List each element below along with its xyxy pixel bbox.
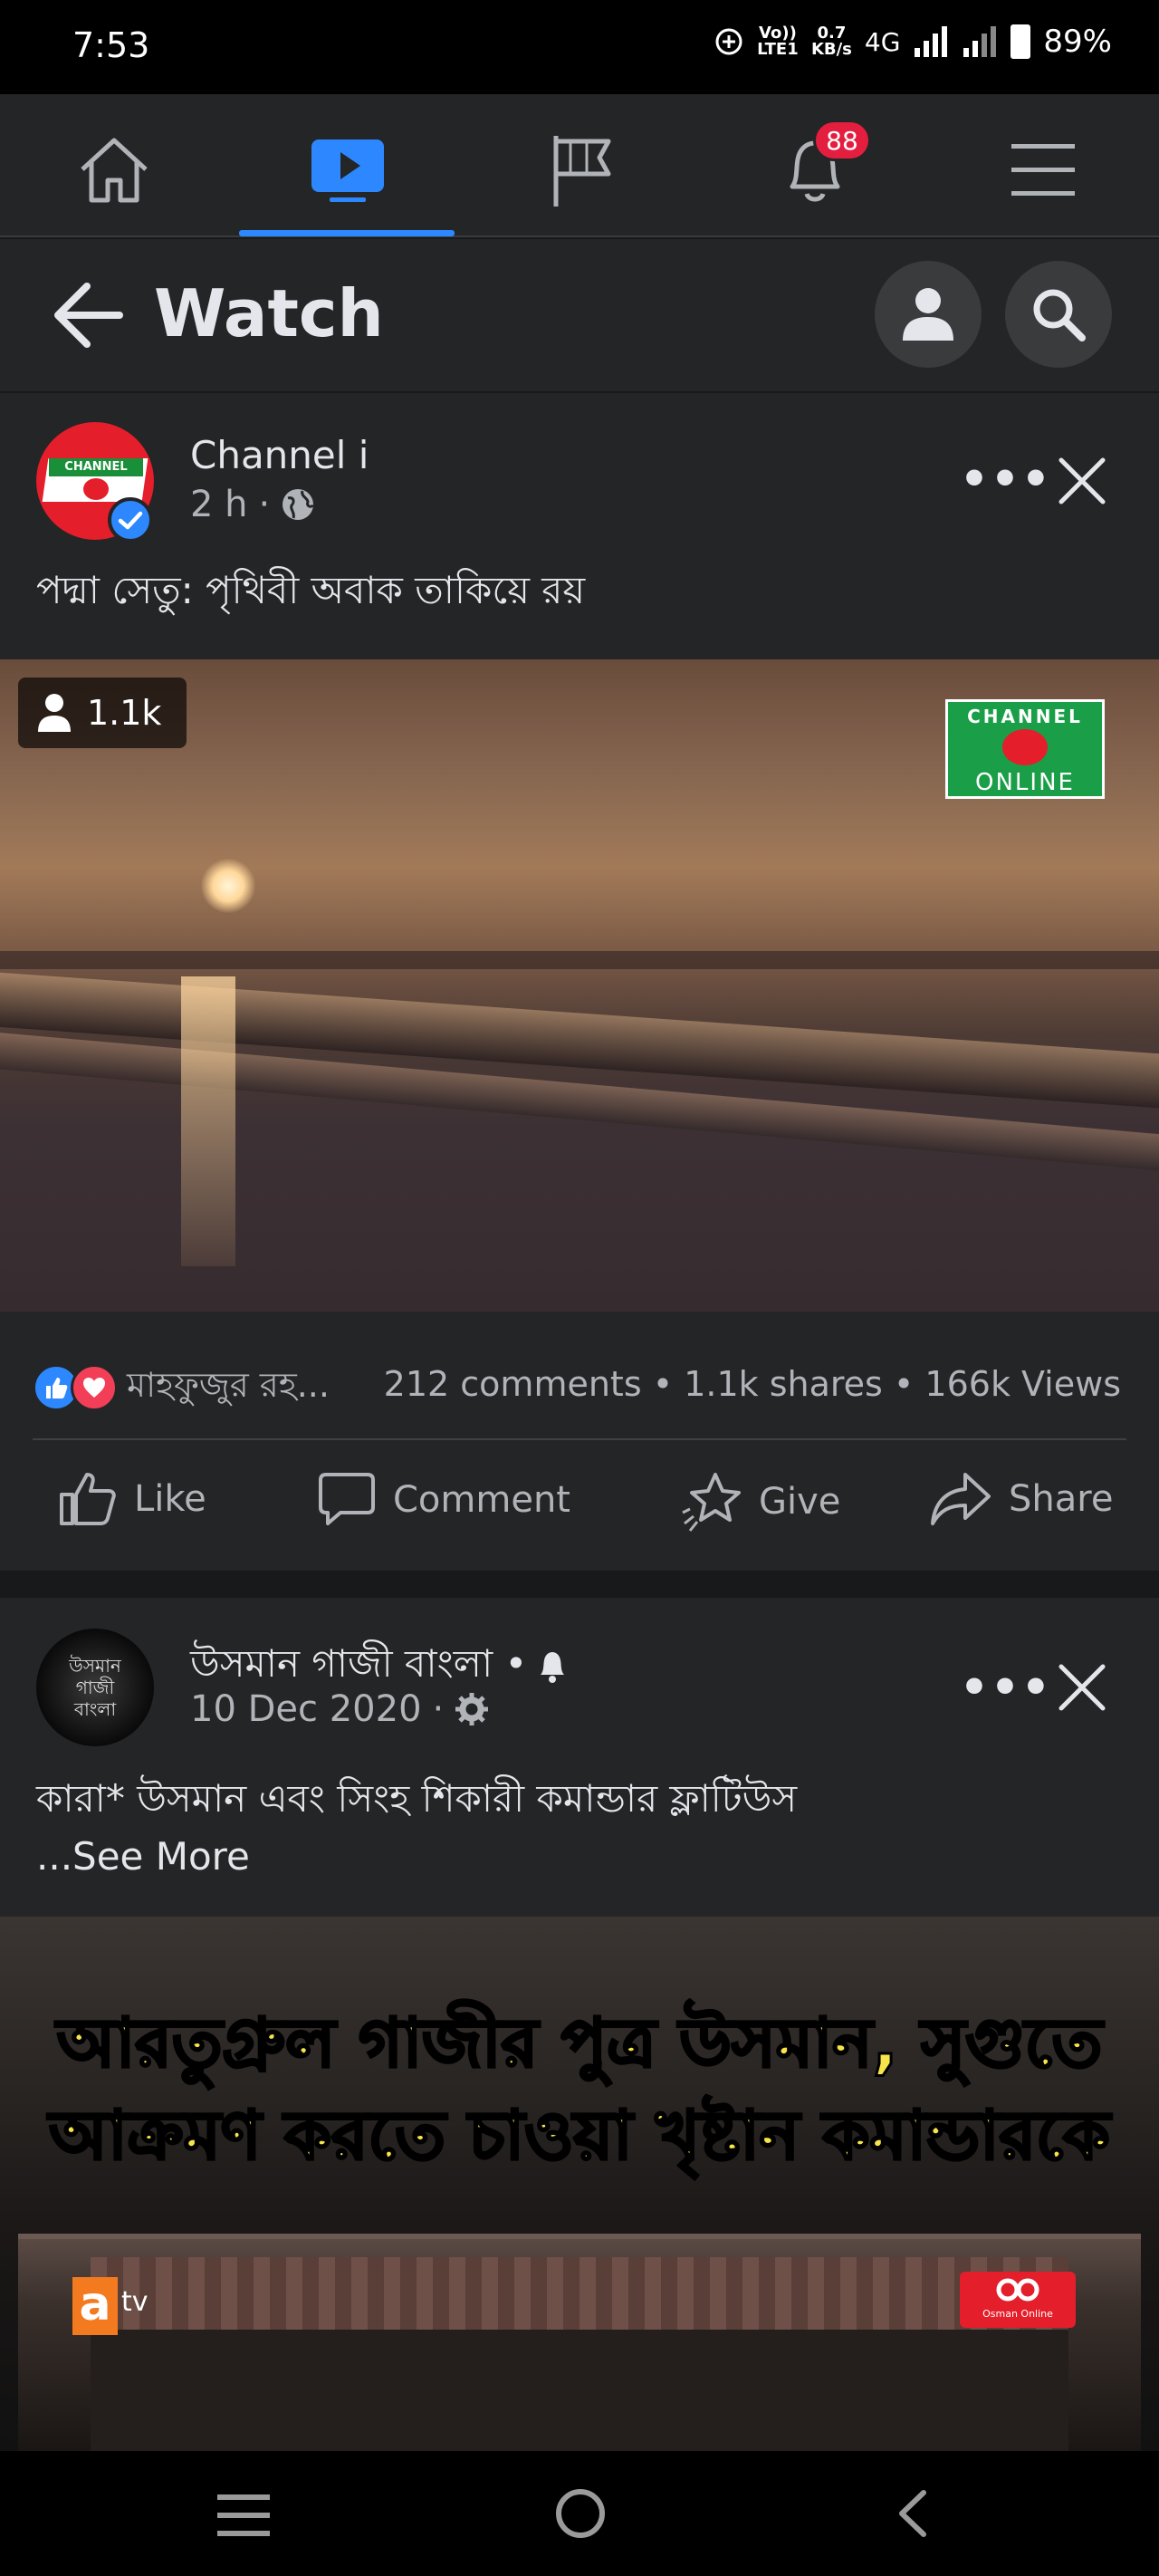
live-viewer-count: 1.1k xyxy=(18,678,187,748)
post-caption: কারা* উসমান এবং সিংহ শিকারী কমান্ডার ফ্ল… xyxy=(36,1770,797,1886)
meta-separator: · xyxy=(258,484,271,525)
video-scene xyxy=(18,2234,1141,2451)
avatar-text: উসমান গাজী বাংলা xyxy=(69,1655,121,1720)
top-navigation: 88 xyxy=(0,94,1159,237)
post-time[interactable]: 2 h xyxy=(190,484,248,525)
verified-badge-icon xyxy=(108,497,153,543)
comment-label: Comment xyxy=(393,1479,570,1521)
hamburger-icon xyxy=(1011,144,1075,196)
more-options-button[interactable]: ••• xyxy=(960,1661,1052,1714)
page-avatar[interactable]: উসমান গাজী বাংলা xyxy=(36,1629,154,1746)
battery-icon xyxy=(1011,24,1031,59)
active-tab-indicator xyxy=(239,230,455,236)
reactions-summary[interactable]: মাহফুজুর রহ... xyxy=(33,1359,330,1417)
watermark-bottom: ONLINE xyxy=(975,769,1075,796)
system-navigation-bar xyxy=(0,2451,1159,2576)
post-meta: 10 Dec 2020 · xyxy=(190,1688,489,1730)
network-type: 4G xyxy=(864,26,901,57)
battery-level: 89% xyxy=(1043,24,1112,60)
watermark-dot xyxy=(1002,729,1048,765)
volte-indicator: Vo)) LTE1 xyxy=(757,24,799,59)
caption-text: কারা* উসমান এবং সিংহ শিকারী কমান্ডার ফ্ল… xyxy=(36,1776,798,1821)
signal-2-icon xyxy=(963,26,997,57)
search-button[interactable] xyxy=(1005,261,1112,368)
home-tab[interactable] xyxy=(71,127,158,214)
close-icon[interactable] xyxy=(1058,1663,1106,1712)
osman-online-logo: Osman Online xyxy=(960,2272,1076,2328)
atv-logo-suffix: tv xyxy=(121,2286,148,2318)
data-saver-icon xyxy=(715,28,742,55)
more-options-button[interactable]: ••• xyxy=(960,453,1052,505)
back-arrow-icon[interactable] xyxy=(51,281,123,350)
channel-logo-text: CHANNEL xyxy=(49,458,143,476)
notification-badge: 88 xyxy=(813,120,871,161)
feed-separator xyxy=(0,1571,1159,1598)
gear-icon xyxy=(455,1693,489,1725)
viewer-count: 1.1k xyxy=(87,693,162,733)
post-caption: পদ্মা সেতু: পৃথিবী অবাক তাকিয়ে রয় xyxy=(36,568,586,612)
reactors-names: মাহফুজুর রহ... xyxy=(127,1365,330,1405)
status-bar: 7:53 Vo)) LTE1 0.7 KB/s 4G 89% xyxy=(0,0,1159,94)
comment-icon xyxy=(319,1473,375,1525)
share-label: Share xyxy=(1009,1478,1114,1520)
building-shadow xyxy=(91,2330,1068,2451)
home-icon xyxy=(81,138,148,203)
close-icon[interactable] xyxy=(1058,457,1106,505)
give-label: Give xyxy=(759,1481,841,1523)
love-reaction-icon xyxy=(71,1364,118,1411)
share-button[interactable]: Share xyxy=(929,1471,1113,1527)
thumbs-up-icon xyxy=(60,1473,116,1525)
give-button[interactable]: Give xyxy=(681,1471,840,1533)
pages-tab[interactable] xyxy=(538,127,625,214)
infinity-icon xyxy=(996,2278,1039,2302)
profile-button[interactable] xyxy=(875,261,982,368)
post-actions: Like Comment Give Share xyxy=(0,1449,1159,1562)
flag-icon xyxy=(553,136,611,207)
network-speed: 0.7 KB/s xyxy=(811,25,852,58)
person-icon xyxy=(38,694,71,732)
status-icons: Vo)) LTE1 0.7 KB/s 4G 89% xyxy=(714,24,1112,60)
video-player-2[interactable]: আরতুগ্রুল গাজীর পুত্র উসমান, সুগুতে আক্র… xyxy=(0,1917,1159,2451)
post-time[interactable]: 10 Dec 2020 xyxy=(190,1688,422,1730)
person-icon xyxy=(903,288,953,341)
watch-tab[interactable] xyxy=(304,127,391,214)
video-icon xyxy=(311,139,384,202)
post-meta: 2 h · xyxy=(190,484,315,525)
post-author[interactable]: Channel i xyxy=(190,433,369,477)
like-button[interactable]: Like xyxy=(58,1471,206,1527)
back-icon[interactable] xyxy=(896,2489,927,2538)
menu-tab[interactable] xyxy=(1000,127,1087,214)
page-title: Watch xyxy=(154,275,384,351)
meta-separator: · xyxy=(432,1688,445,1730)
horizon-band xyxy=(0,951,1159,969)
roof-tiles xyxy=(91,2257,1068,2330)
sun-glow xyxy=(201,859,255,913)
engagement-stats[interactable]: 212 comments • 1.1k shares • 166k Views xyxy=(384,1364,1121,1404)
watch-header: Watch xyxy=(0,239,1159,391)
speed-unit: KB/s xyxy=(810,40,852,59)
home-circle-icon[interactable] xyxy=(554,2487,607,2540)
post-divider xyxy=(33,1438,1126,1440)
video-title-line-1: আরতুগ্রুল গাজীর পুত্র উসমান, সুগুতে xyxy=(55,2004,1103,2084)
osman-online-text: Osman Online xyxy=(982,2308,1053,2320)
signal-icon xyxy=(915,26,948,57)
comment-button[interactable]: Comment xyxy=(317,1471,570,1529)
search-icon xyxy=(1033,289,1086,341)
bell-filled-icon[interactable] xyxy=(536,1649,569,1684)
sun-reflection xyxy=(181,976,235,1266)
globe-icon xyxy=(283,489,315,520)
atv-logo: a xyxy=(72,2277,118,2335)
status-time: 7:53 xyxy=(72,25,150,65)
recent-apps-icon[interactable] xyxy=(217,2494,270,2536)
like-label: Like xyxy=(134,1478,206,1520)
channel-watermark: CHANNEL ONLINE xyxy=(945,699,1105,799)
see-more-link[interactable]: ...See More xyxy=(36,1828,797,1886)
share-arrow-icon xyxy=(931,1473,991,1525)
channel-logo-dot xyxy=(83,478,109,500)
video-player-1[interactable]: 1.1k CHANNEL ONLINE xyxy=(0,659,1159,1312)
star-sparkle-icon xyxy=(682,1473,741,1532)
watermark-top: CHANNEL xyxy=(967,706,1083,727)
